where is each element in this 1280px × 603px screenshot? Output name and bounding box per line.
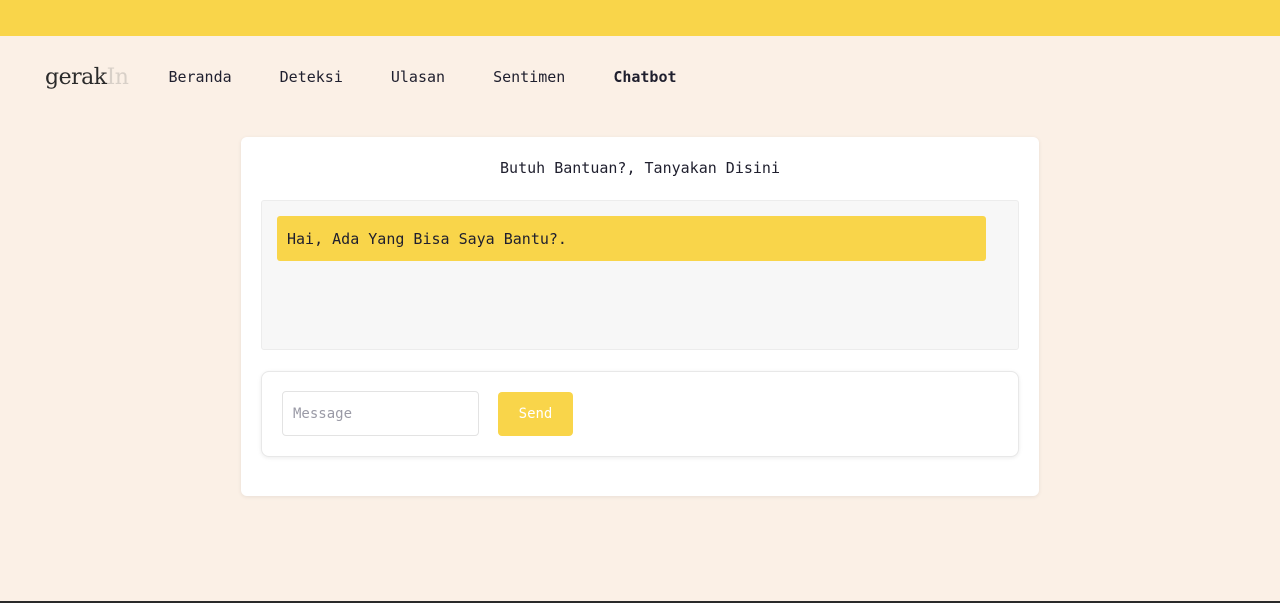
message-input[interactable] — [282, 391, 479, 436]
chatbot-title: Butuh Bantuan?, Tanyakan Disini — [500, 159, 780, 177]
nav-item-deteksi[interactable]: Deteksi — [280, 68, 343, 86]
logo-suffix-text: In — [106, 64, 129, 90]
bot-message: Hai, Ada Yang Bisa Saya Bantu?. — [277, 216, 986, 261]
chat-messages-area[interactable]: Hai, Ada Yang Bisa Saya Bantu?. — [261, 200, 1019, 350]
logo[interactable]: gerak In — [45, 64, 129, 90]
nav-item-chatbot[interactable]: Chatbot — [613, 68, 676, 86]
chatbot-card: Butuh Bantuan?, Tanyakan Disini Hai, Ada… — [241, 137, 1039, 496]
send-button[interactable]: Send — [498, 392, 573, 436]
message-composer: Send — [261, 371, 1019, 457]
nav-item-sentimen[interactable]: Sentimen — [493, 68, 565, 86]
nav-item-beranda[interactable]: Beranda — [168, 68, 231, 86]
top-banner — [0, 0, 1280, 36]
nav-item-ulasan[interactable]: Ulasan — [391, 68, 445, 86]
main-navbar: gerak In Beranda Deteksi Ulasan Sentimen … — [45, 60, 725, 94]
logo-main-text: gerak — [45, 64, 107, 90]
